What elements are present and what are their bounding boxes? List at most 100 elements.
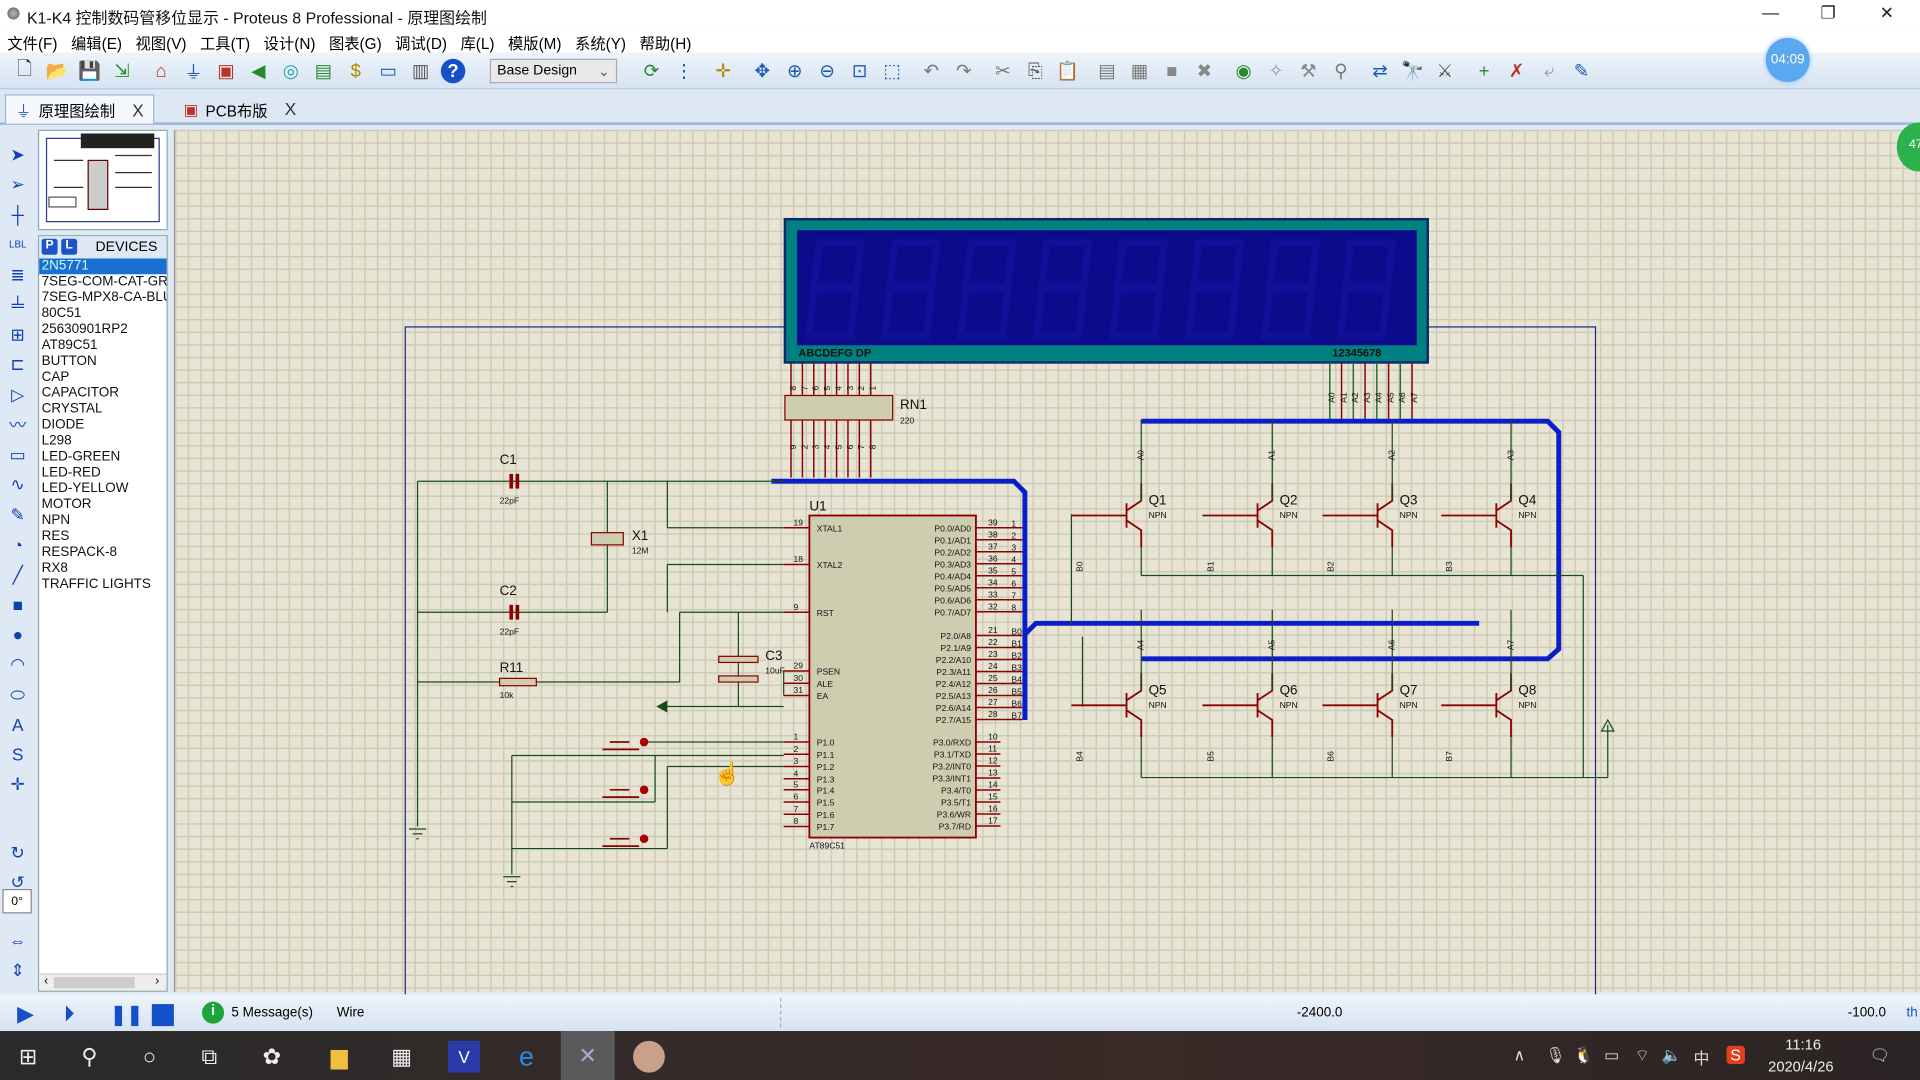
device-list-item[interactable]: CAPACITOR [39,386,166,402]
menu-item[interactable]: 设计(N) [256,28,321,54]
microphone-icon[interactable]: 🎙 [1545,1046,1565,1066]
cut-icon[interactable]: ✂ [991,59,1015,83]
arc-icon[interactable]: ◠ [5,652,31,676]
clock-date[interactable]: 2020/4/26 [1768,1058,1833,1075]
qq-icon[interactable]: 🐧 [1573,1046,1593,1066]
open-folder-icon[interactable]: 📂 [45,59,69,83]
paste-icon[interactable]: 📋 [1056,59,1080,83]
tab-pcb[interactable]: ▣ PCB布版 X [174,94,306,123]
play-button[interactable]: ▶ [17,1002,34,1028]
device-pin-icon[interactable]: ▷ [5,382,31,406]
restore-button[interactable]: ❐ [1810,2,1847,23]
zoom-out-icon[interactable]: ⊖ [815,59,839,83]
zoom-area-icon[interactable]: ⬚ [880,59,904,83]
device-list-item[interactable]: LED-YELLOW [39,481,166,497]
menu-item[interactable]: 模版(M) [501,28,568,54]
device-list-item[interactable]: DIODE [39,418,166,434]
cost-icon[interactable]: $ [343,59,367,83]
device-list-item[interactable]: BUTTON [39,354,166,370]
redo-icon[interactable]: ↷ [951,59,975,83]
rotate-cw-icon[interactable]: ↻ [5,840,31,864]
device-list-item[interactable]: 80C51 [39,306,166,322]
device-list-item[interactable]: 7SEG-COM-CAT-GRN [39,274,167,290]
device-list-item[interactable]: RESPACK-8 [39,545,166,561]
scroll-thumb[interactable] [53,977,135,989]
schematic-icon[interactable]: ⏚ [181,59,205,83]
volume-icon[interactable]: 🔈 [1662,1046,1682,1066]
close-tab-icon[interactable]: X [285,99,296,119]
pick-devices-button[interactable]: P [41,238,58,255]
device-list-item[interactable]: MOTOR [39,497,166,513]
circle-icon[interactable]: ● [5,622,31,646]
symbol-icon[interactable]: S [5,742,31,766]
graph-icon[interactable]: 〰 [5,412,31,436]
task-view-icon[interactable]: ⧉ [193,1041,225,1073]
edge-browser-icon[interactable]: e [511,1041,543,1073]
keil-uvision-icon[interactable]: V [448,1040,481,1073]
block-move-icon[interactable]: ▦ [1127,59,1151,83]
pause-button[interactable]: ❚❚ [110,1003,143,1027]
block-rotate-icon[interactable]: ■ [1160,59,1184,83]
terminal-icon[interactable]: ⊏ [5,352,31,376]
property-tool-icon[interactable]: ⚔ [1433,59,1457,83]
decompose-icon[interactable]: ⚲ [1329,59,1353,83]
marker-icon[interactable]: ✛ [5,772,31,796]
component-mode-icon[interactable]: ➢ [5,172,31,196]
path-icon[interactable]: ⬭ [5,682,31,706]
subcircuit-icon[interactable]: ⊞ [5,322,31,346]
netlist-icon[interactable]: ✎ [1569,59,1593,83]
windows-start-icon[interactable]: ⊞ [12,1041,44,1073]
save-icon[interactable]: 💾 [77,59,101,83]
text-script-icon[interactable]: ≣ [5,262,31,286]
undo-icon[interactable]: ↶ [919,59,943,83]
tab-schematic[interactable]: ⏚ 原理图绘制 X [4,94,155,124]
wifi-icon[interactable]: ⌔ [1635,1046,1650,1066]
close-tab-icon[interactable]: X [132,100,143,120]
device-list-item[interactable]: RES [39,529,166,545]
cortana-icon[interactable]: ○ [133,1041,165,1073]
schematic-canvas[interactable] [173,129,1920,992]
scroll-right-icon[interactable]: › [155,975,159,988]
remove-sheet-icon[interactable]: ✗ [1504,59,1528,83]
mirror-x-icon[interactable]: ⇔ [5,928,31,952]
pan-icon[interactable]: ✥ [750,59,774,83]
refresh-icon[interactable]: ⟳ [639,59,663,83]
close-button[interactable]: ✕ [1869,2,1906,23]
avatar[interactable] [633,1040,665,1073]
battery-icon[interactable]: ▭ [1604,1046,1619,1066]
exit-parent-icon[interactable]: ⤶ [1537,59,1561,83]
device-list-item[interactable]: RX8 [39,561,166,577]
file-explorer-icon[interactable]: ▆ [323,1041,355,1073]
menu-item[interactable]: 帮助(H) [632,28,697,54]
menu-item[interactable]: 文件(F) [0,28,64,54]
proteus-taskbar-icon[interactable]: ✕ [560,1031,615,1080]
mirror-y-icon[interactable]: ⇕ [5,958,31,982]
line-icon[interactable]: ╱ [5,562,31,586]
step-button[interactable]: ⏵ [64,1002,75,1028]
box-icon[interactable]: ■ [5,592,31,616]
calculator-icon[interactable]: ▦ [386,1041,418,1073]
block-delete-icon[interactable]: ✖ [1192,59,1216,83]
device-list-item[interactable]: NPN [39,513,166,529]
pcb-icon[interactable]: ▣ [214,59,238,83]
pick-device-icon[interactable]: ◉ [1231,59,1255,83]
import-icon[interactable]: ⇲ [110,59,134,83]
virtual-instrument-icon[interactable]: ◔ [5,532,31,556]
new-sheet-icon[interactable]: + [1472,59,1496,83]
library-manager-button[interactable]: L [61,238,78,255]
sogou-icon[interactable]: S [1726,1045,1745,1065]
menu-item[interactable]: 编辑(E) [64,28,128,54]
device-list-item[interactable]: 7SEG-MPX8-CA-BLUE [39,290,167,306]
wire-label-icon[interactable]: LBL [5,232,31,256]
device-list-item[interactable]: CAP [39,370,166,386]
home-icon[interactable]: ⌂ [149,59,173,83]
clock-time[interactable]: 11:16 [1785,1036,1821,1053]
menu-item[interactable]: 图表(G) [322,28,388,54]
help-icon[interactable]: ? [440,58,466,84]
block-copy-icon[interactable]: ▤ [1095,59,1119,83]
junction-dot-icon[interactable]: ┼ [5,202,31,226]
notifications-icon[interactable]: 🗨 [1870,1046,1890,1066]
bom-icon[interactable]: ▤ [311,59,335,83]
minimize-button[interactable]: — [1752,2,1789,22]
device-list-item[interactable]: LED-GREEN [39,449,166,465]
